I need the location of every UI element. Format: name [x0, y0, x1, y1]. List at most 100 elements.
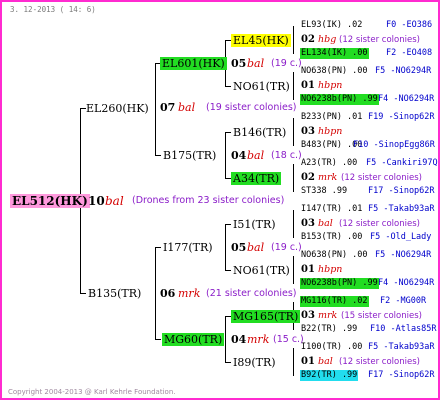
l4-parent-b[interactable]: EL134(IK) .00: [300, 48, 369, 59]
l4-parent-b-ref: F10 -Atlas85R: [370, 324, 437, 334]
l2-node-1[interactable]: EL601(HK): [160, 57, 227, 70]
connector: [225, 224, 226, 271]
l2-num-4: 04: [231, 333, 247, 346]
l4-parent-b[interactable]: B153(TR) .00: [301, 233, 362, 242]
l2-node-4[interactable]: MG60(TR): [162, 333, 225, 346]
l4-num: 03: [301, 218, 315, 229]
l4-mark: bal: [318, 356, 333, 367]
l4-parent-b-ref: F17 -Sinop62R: [368, 186, 435, 196]
l4-parent-b-ref: F4 -NO6294R: [378, 278, 435, 288]
l4-parent-a[interactable]: I100(TR) .00: [301, 343, 362, 352]
pedigree-tree: 3. 12-2013 ( 14: 6) EL512(HK) 10 bal (Dr…: [2, 2, 438, 398]
l4-parent-a[interactable]: MG116(TR) .02: [300, 296, 369, 307]
l2-num-1: 05: [231, 57, 247, 70]
root-mark: bal: [105, 194, 124, 208]
l2-mark-1: bal: [247, 57, 265, 70]
l2-mark-3: bal: [247, 241, 265, 254]
l4-parent-b-ref: F4 -NO6294R: [378, 94, 435, 104]
l4-parent-a-ref: F0 -EO386: [386, 20, 433, 30]
l4-parent-b[interactable]: NO6238b(PN) .99: [300, 94, 379, 105]
l4-note: (15 sister colonies): [341, 311, 422, 321]
l2-node-3[interactable]: I177(TR): [161, 241, 215, 254]
l4-mark: hbpn: [318, 264, 343, 275]
l4-num: 02: [301, 172, 315, 183]
l2-note-4: (15 c.): [273, 334, 304, 345]
l4-num: 01: [301, 80, 315, 91]
l1-num-2: 06: [160, 287, 176, 300]
l2-num-2: 04: [231, 149, 247, 162]
l3-node-3[interactable]: B146(TR): [231, 126, 288, 139]
l4-mark: mrk: [318, 310, 338, 321]
l3-node-6[interactable]: NO61(TR): [231, 264, 292, 277]
l1-node-1[interactable]: EL260(HK): [84, 102, 151, 115]
l1-node-2[interactable]: B135(TR): [86, 287, 143, 300]
l3-node-5[interactable]: I51(TR): [231, 218, 278, 231]
l4-parent-a-ref: F5 -Takab93aR: [368, 204, 435, 214]
l4-parent-a-ref: F5 -Takab93aR: [368, 342, 435, 352]
l2-node-2[interactable]: B175(TR): [161, 149, 218, 162]
connector: [293, 118, 294, 146]
l4-num: 03: [301, 310, 315, 321]
connector: [155, 63, 156, 156]
l4-parent-b-ref: F2 -EO408: [386, 48, 433, 58]
l4-mark: hbpn: [318, 126, 343, 137]
l4-parent-b-ref: F10 -SinopEgg86R: [353, 140, 435, 150]
l1-note-1: (19 sister colonies): [206, 102, 297, 113]
l4-parent-b[interactable]: B22(TR) .99: [301, 325, 357, 334]
l2-num-3: 05: [231, 241, 247, 254]
l1-note-2: (21 sister colonies): [206, 288, 297, 299]
l4-num: 01: [301, 264, 315, 275]
l3-node-7[interactable]: MG165(TR): [231, 310, 301, 323]
l4-parent-b[interactable]: ST338 .99: [301, 187, 347, 196]
root-note: (Drones from 23 sister colonies): [132, 195, 285, 206]
l4-parent-b-ref: F5 -Old_Lady: [370, 232, 432, 242]
header-date: 3. 12-2013 ( 14: 6): [10, 5, 96, 14]
l4-parent-b[interactable]: NO6238b(PN) .99: [300, 278, 379, 289]
l4-mark: mrk: [318, 172, 338, 183]
l3-node-4[interactable]: A34(TR): [231, 172, 282, 185]
connector: [293, 348, 294, 376]
l4-parent-b-ref: F17 -Sinop62R: [368, 370, 435, 380]
l2-mark-2: bal: [247, 149, 265, 162]
l4-parent-a[interactable]: A23(TR) .00: [301, 159, 357, 168]
l4-parent-a[interactable]: B233(PN) .01: [301, 113, 362, 122]
l4-parent-a[interactable]: I147(TR) .01: [301, 205, 362, 214]
l4-mark: hbpn: [318, 80, 343, 91]
l4-parent-a[interactable]: NO638(PN) .00: [301, 67, 368, 76]
l4-mark: hbg: [318, 34, 337, 45]
l4-note: (12 sister colonies): [339, 219, 420, 229]
l4-mark: bal: [318, 218, 333, 229]
l4-parent-a-ref: F5 -Cankiri97Q: [366, 158, 438, 168]
root-num: 10: [88, 194, 105, 208]
connector: [293, 210, 294, 238]
connector: [293, 256, 294, 284]
l4-parent-a[interactable]: EL93(IK) .02: [301, 21, 362, 30]
l4-num: 02: [301, 34, 315, 45]
l4-num: 03: [301, 126, 315, 137]
l2-mark-4: mrk: [247, 333, 270, 346]
l4-parent-a-ref: F5 -NO6294R: [375, 66, 432, 76]
l3-node-2[interactable]: NO61(TR): [231, 80, 292, 93]
l4-parent-b[interactable]: B92(TR) .99: [300, 370, 359, 381]
pedigree-frame: 3. 12-2013 ( 14: 6) EL512(HK) 10 bal (Dr…: [0, 0, 440, 400]
l4-parent-a[interactable]: NO638(PN) .00: [301, 251, 368, 260]
l4-note: (12 sister colonies): [339, 35, 420, 45]
root-node[interactable]: EL512(HK): [10, 194, 90, 208]
l2-note-3: (19 c.): [271, 242, 302, 253]
l4-parent-a-ref: F19 -Sinop62R: [368, 112, 435, 122]
l4-note: (12 sister colonies): [339, 357, 420, 367]
l2-note-2: (18 c.): [271, 150, 302, 161]
l2-note-1: (19 c.): [271, 58, 302, 69]
l1-mark-1: bal: [178, 101, 196, 114]
l4-parent-a-ref: F2 -MG00R: [380, 296, 427, 306]
connector: [225, 316, 226, 363]
copyright-footer: Copyright 2004-2013 @ Karl Kehrle Founda…: [8, 388, 176, 396]
connector: [293, 26, 294, 54]
l4-note: (12 sister colonies): [341, 173, 422, 183]
l3-node-1[interactable]: EL45(HK): [231, 34, 291, 47]
l1-num-1: 07: [160, 101, 176, 114]
connector: [155, 339, 161, 340]
l3-node-8[interactable]: I89(TR): [231, 356, 278, 369]
connector: [225, 132, 226, 179]
l1-mark-2: mrk: [178, 287, 201, 300]
